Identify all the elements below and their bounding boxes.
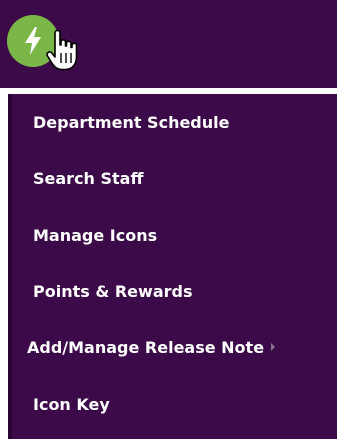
menu-item-label: Search Staff	[33, 168, 144, 188]
submenu-arrow-icon	[271, 343, 276, 351]
dropdown-menu: Department Schedule Search Staff Manage …	[8, 94, 337, 439]
menu-item-release-note[interactable]: Add/Manage Release Note	[8, 327, 337, 367]
menu-item-department-schedule[interactable]: Department Schedule	[8, 102, 337, 142]
menu-item-label: Department Schedule	[33, 112, 230, 132]
menu-item-label: Add/Manage Release Note	[27, 337, 265, 357]
menu-item-label: Icon Key	[33, 394, 110, 414]
top-bar	[0, 0, 337, 88]
menu-item-points-rewards[interactable]: Points & Rewards	[8, 271, 337, 311]
menu-item-search-staff[interactable]: Search Staff	[8, 158, 337, 198]
hand-pointer-icon	[46, 30, 78, 71]
menu-item-label: Points & Rewards	[33, 281, 193, 301]
menu-item-manage-icons[interactable]: Manage Icons	[8, 215, 337, 255]
lightning-bolt-icon	[25, 27, 41, 55]
menu-item-label: Manage Icons	[33, 225, 158, 245]
menu-item-icon-key[interactable]: Icon Key	[8, 384, 337, 424]
